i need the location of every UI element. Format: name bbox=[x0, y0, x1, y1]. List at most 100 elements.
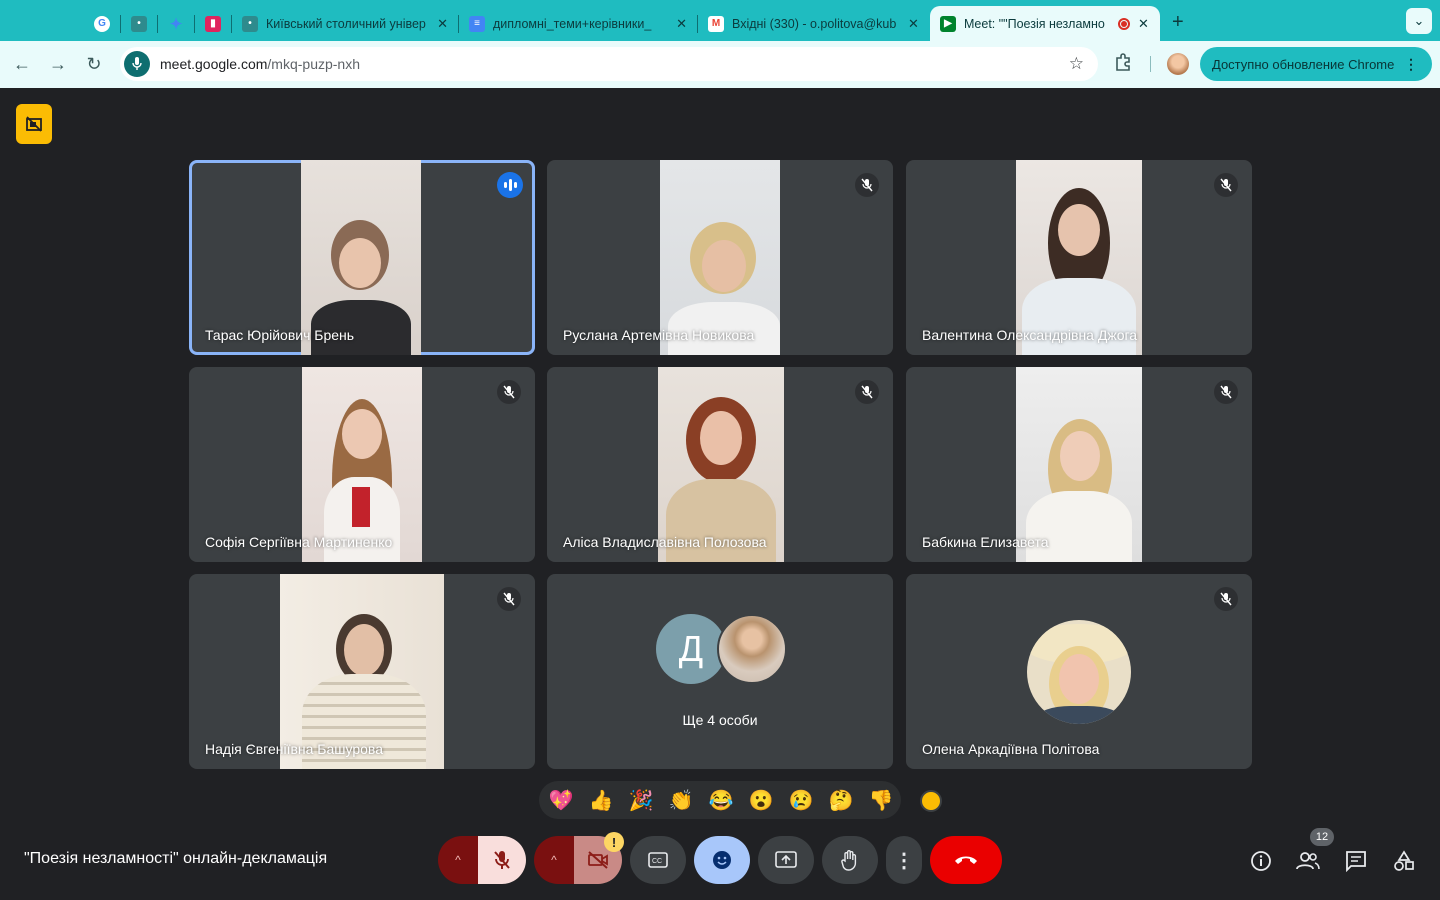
speaking-indicator-icon bbox=[497, 172, 523, 198]
people-icon[interactable] bbox=[1295, 848, 1321, 874]
avatar: Д bbox=[656, 614, 726, 684]
new-tab-icon[interactable]: + bbox=[1172, 11, 1184, 34]
gmail-icon: M bbox=[708, 15, 724, 32]
close-tab-icon[interactable]: ✕ bbox=[1138, 16, 1149, 32]
chat-icon[interactable] bbox=[1343, 848, 1369, 874]
tab-meet[interactable]: ▶ Meet: ""Поезія незламно ✕ bbox=[930, 6, 1160, 41]
tab-search-icon[interactable]: ⌄ bbox=[1406, 8, 1432, 34]
update-label: Доступно обновление Chrome bbox=[1212, 56, 1395, 72]
reaction-party[interactable]: 🎉 bbox=[625, 784, 657, 816]
more-vert-icon[interactable]: ⋮ bbox=[1404, 56, 1418, 73]
reactions-bar: 💖 👍 🎉 👏 😂 😮 😢 🤔 👎 bbox=[539, 781, 901, 819]
participant-video bbox=[302, 367, 422, 562]
people-count-badge: 12 bbox=[1310, 828, 1334, 846]
close-tab-icon[interactable]: ✕ bbox=[437, 16, 448, 32]
activities-icon[interactable] bbox=[1391, 848, 1417, 874]
close-tab-icon[interactable]: ✕ bbox=[676, 16, 687, 32]
meet-stage: Тарас Юрійович Брень Руслана Артемівна Н… bbox=[0, 88, 1440, 900]
participant-name: Надія Євгеніївна Башурова bbox=[205, 741, 383, 757]
mic-off-icon bbox=[497, 587, 521, 611]
reaction-surprised[interactable]: 😮 bbox=[745, 784, 777, 816]
participant-name: Софія Сергіївна Мартиненко bbox=[205, 534, 393, 550]
participant-tile[interactable]: Аліса Владиславівна Полозова bbox=[547, 367, 893, 562]
reaction-clap[interactable]: 👏 bbox=[665, 784, 697, 816]
leave-call-button[interactable] bbox=[930, 836, 1002, 884]
captions-button[interactable]: CC bbox=[630, 836, 686, 884]
recording-badge-icon[interactable] bbox=[16, 104, 52, 144]
more-options-button[interactable]: ⋮ bbox=[886, 836, 922, 884]
tab-docs[interactable]: ≡ дипломні_теми+керівники_ ✕ bbox=[459, 8, 697, 40]
address-bar[interactable]: meet.google.com/mkq-puzp-nxh ☆ bbox=[120, 47, 1098, 81]
mic-control: ^ bbox=[438, 836, 526, 884]
raise-hand-button[interactable] bbox=[822, 836, 878, 884]
reaction-thinking[interactable]: 🤔 bbox=[825, 784, 857, 816]
tab-gmail[interactable]: M Вхідні (330) - o.politova@kub ✕ bbox=[698, 8, 930, 40]
reaction-sad[interactable]: 😢 bbox=[785, 784, 817, 816]
participant-tile[interactable]: Бабкина Елизавета bbox=[906, 367, 1252, 562]
docs-icon: ≡ bbox=[469, 15, 485, 32]
tab-title: Київський столичний універ bbox=[266, 16, 426, 31]
tab-title: дипломні_теми+керівники_ bbox=[493, 16, 652, 31]
camera-options-chevron-icon[interactable]: ^ bbox=[534, 836, 574, 884]
participant-video bbox=[280, 574, 444, 769]
tab-title: Вхідні (330) - o.politova@kub bbox=[732, 16, 897, 31]
participant-video bbox=[660, 160, 780, 355]
more-vert-icon: ⋮ bbox=[894, 849, 914, 872]
mic-off-icon bbox=[855, 173, 879, 197]
svg-text:CC: CC bbox=[652, 858, 662, 865]
participant-tile[interactable]: Руслана Артемівна Новикова bbox=[547, 160, 893, 355]
url-text: meet.google.com/mkq-puzp-nxh bbox=[160, 56, 360, 72]
participant-name: Олена Аркадіївна Політова bbox=[922, 741, 1100, 757]
others-count-label: Ще 4 особи bbox=[682, 712, 758, 728]
reload-icon[interactable]: ↻ bbox=[78, 49, 110, 81]
meeting-info-icon[interactable] bbox=[1248, 848, 1274, 874]
reaction-thumbs-down[interactable]: 👎 bbox=[865, 784, 897, 816]
tab-pinned-app[interactable]: ▮ bbox=[195, 8, 231, 40]
participant-tile[interactable]: Надія Євгеніївна Башурова bbox=[189, 574, 535, 769]
mic-options-chevron-icon[interactable]: ^ bbox=[438, 836, 478, 884]
participant-tile[interactable]: Софія Сергіївна Мартиненко bbox=[189, 367, 535, 562]
participant-video bbox=[1016, 367, 1142, 562]
back-icon[interactable]: ← bbox=[6, 49, 38, 81]
participant-name: Аліса Владиславівна Полозова bbox=[563, 534, 767, 550]
site-info-icon[interactable] bbox=[124, 51, 150, 77]
participant-video bbox=[301, 160, 421, 355]
university-icon: • bbox=[242, 15, 258, 32]
tab-university-pinned[interactable]: • bbox=[121, 8, 157, 40]
profile-avatar[interactable] bbox=[1167, 53, 1189, 75]
recording-icon bbox=[1118, 17, 1130, 30]
present-screen-button[interactable] bbox=[758, 836, 814, 884]
participant-video bbox=[1016, 160, 1142, 355]
mic-off-icon bbox=[497, 380, 521, 404]
close-tab-icon[interactable]: ✕ bbox=[908, 16, 919, 32]
mic-off-icon bbox=[1214, 173, 1238, 197]
tab-gemini[interactable]: ✦ bbox=[158, 8, 194, 40]
update-chrome-button[interactable]: Доступно обновление Chrome ⋮ bbox=[1200, 47, 1432, 81]
forward-icon[interactable]: → bbox=[42, 49, 74, 81]
extensions-icon[interactable] bbox=[1114, 53, 1136, 75]
university-icon: • bbox=[131, 15, 147, 32]
mic-toggle-button[interactable] bbox=[478, 836, 526, 884]
tab-strip: G • ✦ ▮ • Київський столичний універ ✕ ≡… bbox=[0, 0, 1440, 41]
tab-google[interactable]: G bbox=[84, 8, 120, 40]
skin-tone-button[interactable] bbox=[920, 790, 942, 812]
participant-name: Бабкина Елизавета bbox=[922, 534, 1049, 550]
others-tile[interactable]: Д Ще 4 особи bbox=[547, 574, 893, 769]
participant-tile[interactable]: Олена Аркадіївна Політова bbox=[906, 574, 1252, 769]
meeting-title: "Поезія незламності" онлайн-декламація bbox=[24, 850, 328, 867]
reaction-laugh[interactable]: 😂 bbox=[705, 784, 737, 816]
pinned-app-icon: ▮ bbox=[205, 15, 221, 32]
reactions-button[interactable] bbox=[694, 836, 750, 884]
google-icon: G bbox=[94, 15, 110, 32]
reaction-thumbs-up[interactable]: 👍 bbox=[585, 784, 617, 816]
participant-name: Руслана Артемівна Новикова bbox=[563, 327, 755, 343]
participant-name: Валентина Олександрівна Джога bbox=[922, 327, 1138, 343]
reaction-heart[interactable]: 💖 bbox=[545, 784, 577, 816]
bookmark-star-icon[interactable]: ☆ bbox=[1069, 54, 1084, 74]
tab-university[interactable]: • Київський столичний універ ✕ bbox=[232, 8, 458, 40]
mic-off-icon bbox=[1214, 587, 1238, 611]
camera-warning-icon: ! bbox=[604, 832, 624, 852]
avatar bbox=[1027, 620, 1131, 724]
participant-tile[interactable]: Тарас Юрійович Брень bbox=[189, 160, 535, 355]
participant-tile[interactable]: Валентина Олександрівна Джога bbox=[906, 160, 1252, 355]
